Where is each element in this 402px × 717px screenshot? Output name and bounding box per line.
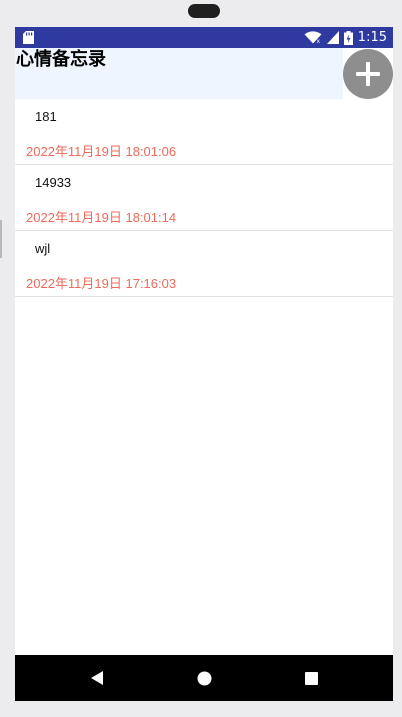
navigation-bar [15,655,393,701]
list-item[interactable]: 181 2022年11月19日 18:01:06 [15,99,393,165]
sd-card-icon [23,31,34,44]
svg-text:x: x [316,38,320,44]
note-content: 181 [35,109,57,124]
back-icon [91,671,103,685]
status-bar: x 1:15 [15,27,393,48]
note-time: 2022年11月19日 18:01:14 [26,210,177,225]
home-button[interactable] [174,655,234,701]
screen: x 1:15 心情备忘录 181 2022年11月19日 18:01:06 14… [15,27,393,701]
plus-icon [356,62,380,86]
device-speaker [188,4,220,18]
note-time: 2022年11月19日 18:01:06 [26,144,177,159]
device-side-button [0,220,2,258]
recents-button[interactable] [281,655,341,701]
recents-icon [304,671,318,685]
wifi-icon: x [304,31,322,44]
home-icon [197,671,211,685]
notes-list: 181 2022年11月19日 18:01:06 14933 2022年11月1… [15,99,393,297]
device-frame: x 1:15 心情备忘录 181 2022年11月19日 18:01:06 14… [0,0,402,717]
battery-icon [343,30,353,45]
add-note-button[interactable] [343,49,393,99]
signal-icon [326,31,339,44]
list-item[interactable]: 14933 2022年11月19日 18:01:14 [15,165,393,231]
status-icons: x 1:15 [304,27,387,48]
page-title: 心情备忘录 [16,49,106,70]
list-item[interactable]: wjl 2022年11月19日 17:16:03 [15,231,393,297]
note-content: 14933 [35,175,72,190]
status-time: 1:15 [357,30,387,45]
back-button[interactable] [67,655,127,701]
note-content: wjl [35,241,51,256]
note-time: 2022年11月19日 17:16:03 [26,276,177,291]
